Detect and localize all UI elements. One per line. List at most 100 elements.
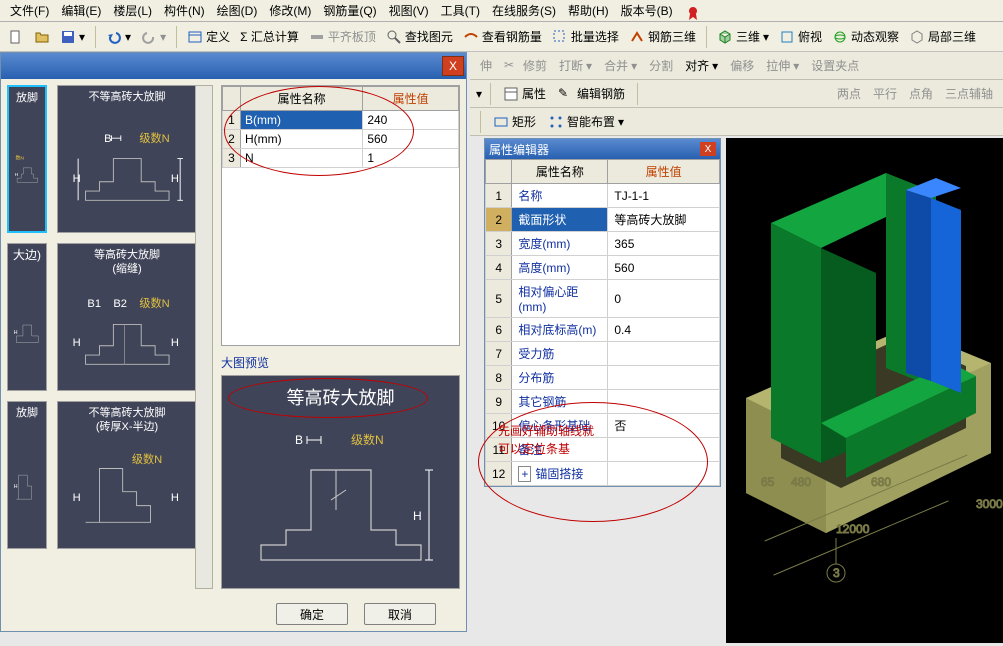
panel-titlebar[interactable]: 属性编辑器 X bbox=[485, 139, 720, 159]
menu-component[interactable]: 构件(N) bbox=[160, 0, 209, 21]
thumbnail-item[interactable]: 放脚 H bbox=[7, 401, 47, 549]
save-icon bbox=[60, 29, 76, 45]
dim-label: 65 bbox=[761, 475, 775, 489]
split-button[interactable]: 分割 bbox=[645, 55, 677, 76]
toolbar-draw: ▾ 属性 ✎编辑钢筋 两点 平行 点角 三点辅轴 bbox=[470, 80, 1003, 108]
rect-button[interactable]: 矩形 bbox=[489, 111, 540, 132]
local3d-icon bbox=[909, 29, 925, 45]
smart-button[interactable]: 智能布置▾ bbox=[544, 111, 628, 132]
prop-value[interactable] bbox=[608, 366, 720, 390]
prop-value[interactable]: 0 bbox=[608, 280, 720, 318]
prop-name: B(mm) bbox=[241, 111, 363, 130]
undo-icon bbox=[106, 29, 122, 45]
close-button[interactable]: X bbox=[442, 56, 464, 76]
menu-floor[interactable]: 楼层(L) bbox=[109, 0, 156, 21]
thumbnail-item[interactable]: 放脚 数NH bbox=[7, 85, 47, 233]
menu-rebar[interactable]: 钢筋量(Q) bbox=[319, 0, 380, 21]
new-button[interactable] bbox=[4, 27, 28, 47]
menu-modify[interactable]: 修改(M) bbox=[265, 0, 315, 21]
offset-button[interactable]: 偏移 bbox=[726, 55, 758, 76]
rebar-icon bbox=[463, 29, 479, 45]
attr-button[interactable]: 属性 bbox=[499, 83, 550, 104]
viewport-3d[interactable]: 65 480 680 12000 3000 3 bbox=[726, 138, 1003, 643]
define-button[interactable]: 定义 bbox=[183, 26, 234, 47]
prop-name: H(mm) bbox=[241, 130, 363, 149]
prop-value[interactable]: 等高砖大放脚 bbox=[608, 208, 720, 232]
dim-label: 480 bbox=[791, 475, 811, 489]
svg-text:级数N: 级数N bbox=[132, 453, 162, 466]
rebar3d-button[interactable]: 钢筋三维 bbox=[625, 26, 700, 47]
menu-online[interactable]: 在线服务(S) bbox=[488, 0, 560, 21]
twopoint-button[interactable]: 两点 bbox=[833, 83, 865, 104]
menu-help[interactable]: 帮助(H) bbox=[564, 0, 613, 21]
findgraph-button[interactable]: 查找图元 bbox=[382, 26, 457, 47]
thumbnail-item[interactable]: 不等高砖大放脚 (砖厚X-半边) 级数NHH bbox=[57, 401, 197, 549]
pointangle-button[interactable]: 点角 bbox=[905, 83, 937, 104]
threepoint-button[interactable]: 三点辅轴 bbox=[941, 83, 997, 104]
merge-button[interactable]: 合并▾ bbox=[600, 55, 641, 76]
rect-icon bbox=[493, 114, 509, 130]
redo-button[interactable]: ▾ bbox=[137, 27, 170, 47]
save-button[interactable]: ▾ bbox=[56, 27, 89, 47]
prop-value[interactable]: 560 bbox=[608, 256, 720, 280]
prop-value[interactable]: TJ-1-1 bbox=[608, 184, 720, 208]
batchsel-button[interactable]: 批量选择 bbox=[548, 26, 623, 47]
setgrip-button[interactable]: 设置夹点 bbox=[807, 55, 863, 76]
menu-edit[interactable]: 编辑(E) bbox=[57, 0, 105, 21]
menu-version[interactable]: 版本号(B) bbox=[617, 0, 677, 21]
thumbnail-item[interactable]: 大边) H bbox=[7, 243, 47, 391]
align-button[interactable]: 对齐▾ bbox=[681, 55, 722, 76]
prop-value[interactable]: 240 bbox=[363, 111, 459, 130]
prop-name[interactable]: +锚固搭接 bbox=[512, 462, 608, 486]
extend-button[interactable]: 伸 bbox=[476, 55, 496, 76]
flatplate-button[interactable]: 平齐板顶 bbox=[305, 26, 380, 47]
viewrebar-button[interactable]: 查看钢筋量 bbox=[459, 26, 546, 47]
annotation-text: 先画好辅助轴线就 可以定位条基 bbox=[498, 422, 594, 458]
menu-file[interactable]: 文件(F) bbox=[6, 0, 53, 21]
dialog-titlebar[interactable]: X bbox=[1, 53, 466, 79]
editrebar-button[interactable]: ✎编辑钢筋 bbox=[554, 83, 629, 104]
prop-value[interactable] bbox=[608, 438, 720, 462]
prop-value[interactable] bbox=[608, 390, 720, 414]
view3d-button[interactable]: 三维▾ bbox=[713, 26, 773, 47]
rebar3d-icon bbox=[629, 29, 645, 45]
thumb-label: 不等高砖大放脚 (砖厚X-半边) bbox=[89, 406, 166, 435]
ok-button[interactable]: 确定 bbox=[276, 603, 348, 625]
prop-value[interactable]: 否 bbox=[608, 414, 720, 438]
thumbnail-item[interactable]: 不等高砖大放脚 B级数NHH bbox=[57, 85, 197, 233]
prop-value[interactable] bbox=[608, 342, 720, 366]
top-icon bbox=[779, 29, 795, 45]
local3d-button[interactable]: 局部三维 bbox=[905, 26, 980, 47]
menu-view[interactable]: 视图(V) bbox=[385, 0, 433, 21]
sumcalc-button[interactable]: Σ 汇总计算 bbox=[236, 26, 303, 47]
open-button[interactable] bbox=[30, 27, 54, 47]
property-grid-small[interactable]: 属性名称属性值 1B(mm)240 2H(mm)560 3N1 bbox=[221, 85, 460, 346]
prop-value[interactable]: 1 bbox=[363, 149, 459, 168]
dynview-button[interactable]: 动态观察 bbox=[828, 26, 903, 47]
svg-text:级数N: 级数N bbox=[139, 296, 169, 309]
thumbnail-list[interactable]: 放脚 数NH 不等高砖大放脚 B级数NHH 大边) H 等高砖大放脚 (缩缝) … bbox=[7, 85, 213, 589]
thumb-label: 不等高砖大放脚 bbox=[89, 90, 166, 104]
preview-label: 大图预览 bbox=[221, 354, 460, 371]
prop-value[interactable] bbox=[608, 462, 720, 486]
prop-value[interactable]: 0.4 bbox=[608, 318, 720, 342]
undo-button[interactable]: ▾ bbox=[102, 27, 135, 47]
flatplate-icon bbox=[309, 29, 325, 45]
dim-label: 680 bbox=[871, 475, 891, 489]
scrollbar[interactable] bbox=[195, 85, 213, 589]
close-button[interactable]: X bbox=[700, 142, 716, 156]
thumbnail-item[interactable]: 等高砖大放脚 (缩缝) B1B2级数NHH bbox=[57, 243, 197, 391]
menu-draw[interactable]: 绘图(D) bbox=[213, 0, 262, 21]
menu-tools[interactable]: 工具(T) bbox=[437, 0, 484, 21]
topview-button[interactable]: 俯视 bbox=[775, 26, 826, 47]
svg-text:H: H bbox=[413, 509, 422, 523]
break-button[interactable]: 打断▾ bbox=[555, 55, 596, 76]
stretch-button[interactable]: 拉伸▾ bbox=[762, 55, 803, 76]
svg-text:B: B bbox=[104, 133, 111, 145]
prop-value[interactable]: 560 bbox=[363, 130, 459, 149]
cancel-button[interactable]: 取消 bbox=[364, 603, 436, 625]
trim-button[interactable]: ✂修剪 bbox=[500, 55, 551, 76]
prop-name: N bbox=[241, 149, 363, 168]
parallel-button[interactable]: 平行 bbox=[869, 83, 901, 104]
prop-value[interactable]: 365 bbox=[608, 232, 720, 256]
